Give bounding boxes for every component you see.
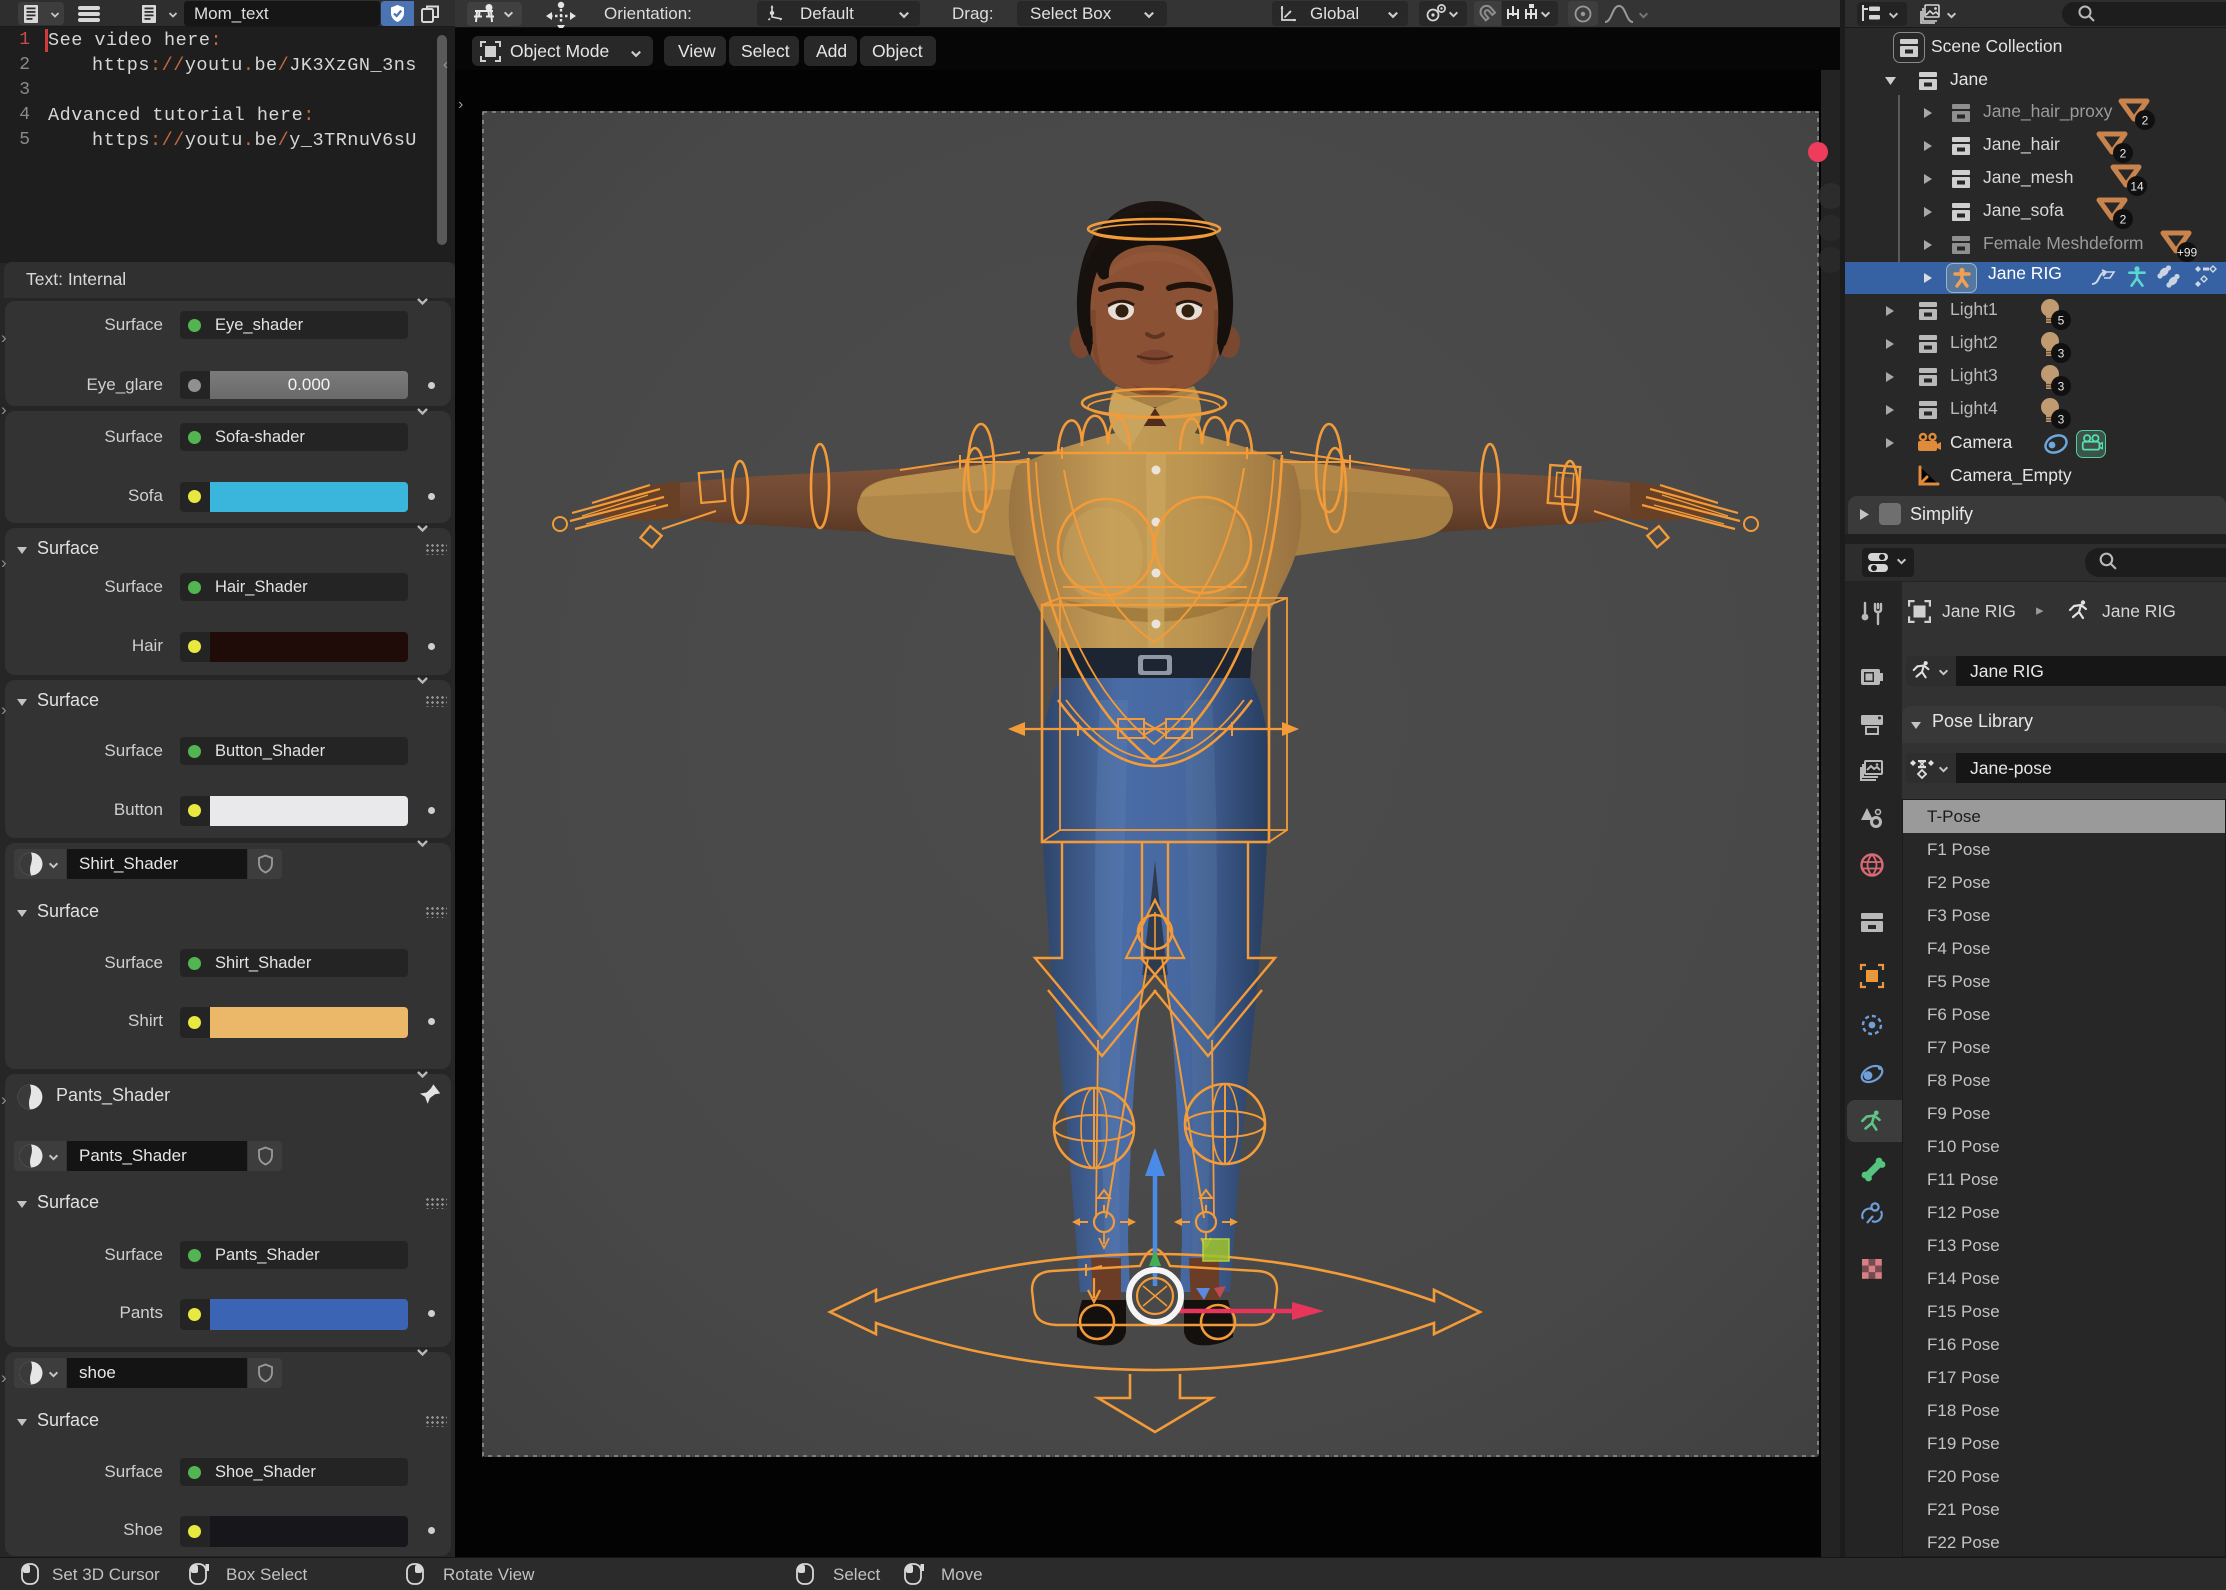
svg-text:2: 2 (2142, 114, 2149, 128)
svg-text:5: 5 (2058, 314, 2065, 328)
svg-text:2: 2 (2120, 147, 2127, 161)
svg-text:3: 3 (2058, 347, 2065, 361)
svg-text:14: 14 (2130, 180, 2144, 194)
svg-text:3: 3 (2058, 413, 2065, 427)
svg-text:+99: +99 (2177, 246, 2198, 260)
svg-text:2: 2 (2120, 213, 2127, 227)
svg-text:3: 3 (2058, 380, 2065, 394)
